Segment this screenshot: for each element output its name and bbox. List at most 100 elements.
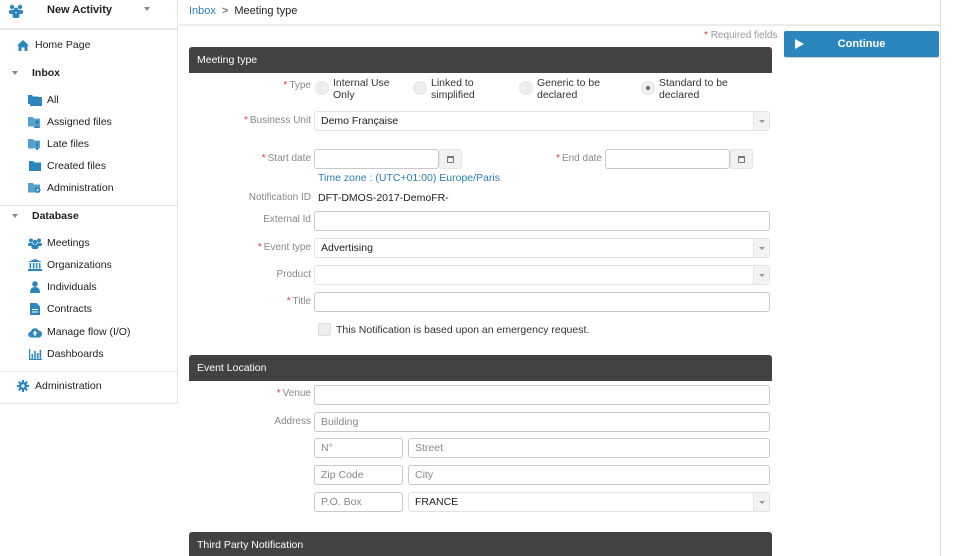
user-icon — [28, 281, 42, 293]
label-text: Event type — [263, 242, 311, 253]
sidebar-item-label: Created files — [47, 160, 106, 172]
address-label: Address — [274, 416, 311, 427]
label-text: Venue — [282, 388, 311, 399]
breadcrumb-separator: > — [221, 5, 229, 17]
radio-label: Linked to simplified — [431, 77, 475, 101]
sidebar-item-assigned-files[interactable]: Assigned files — [28, 113, 112, 131]
activity-dropdown-icon[interactable] — [144, 7, 150, 11]
venue-label: * Venue — [220, 388, 311, 399]
sidebar-section-label: Inbox — [32, 67, 60, 79]
venue-input[interactable] — [314, 385, 770, 405]
sidebar-item-all[interactable]: All — [28, 91, 59, 109]
external-id-input[interactable] — [314, 211, 770, 231]
city-input[interactable]: City — [408, 465, 770, 485]
radio-internal-use-only[interactable]: Internal Use Only — [315, 77, 390, 101]
sidebar-item-created-files[interactable]: Created files — [28, 157, 106, 175]
radio-label-line: simplified — [431, 89, 475, 101]
event-type-select[interactable]: Advertising — [314, 238, 770, 258]
radio-linked-to-simplified[interactable]: Linked to simplified — [413, 77, 475, 101]
zip-code-input[interactable]: Zip Code — [314, 465, 403, 485]
sidebar-item-inbox-administration[interactable]: Administration — [28, 179, 114, 197]
cloud-upload-icon — [28, 326, 42, 338]
folder-late-icon — [28, 138, 42, 150]
breadcrumb-current: Meeting type — [234, 5, 298, 17]
end-date-calendar-button[interactable] — [730, 149, 753, 169]
timezone-text: Time zone : (UTC+01:00) Europe/Paris — [318, 172, 500, 184]
sidebar-item-administration[interactable]: Administration — [16, 377, 102, 395]
sidebar-header[interactable]: New Activity — [0, 0, 177, 30]
sidebar-item-label: Individuals — [47, 281, 97, 293]
chevron-down-icon — [753, 112, 769, 130]
radio-circle-selected — [641, 81, 655, 95]
folder-user-icon — [28, 116, 42, 128]
chevron-down-icon — [753, 239, 769, 257]
calendar-icon — [447, 155, 454, 163]
start-date-label: * Start date — [220, 153, 311, 164]
sidebar-item-contracts[interactable]: Contracts — [28, 300, 92, 318]
sidebar-item-dashboards[interactable]: Dashboards — [28, 345, 104, 363]
radio-circle — [413, 81, 427, 95]
sidebar-item-late-files[interactable]: Late files — [28, 135, 89, 153]
end-date-input[interactable] — [605, 149, 730, 169]
checkbox-box[interactable] — [318, 323, 331, 336]
sidebar-section-database[interactable]: Database — [10, 207, 79, 225]
sidebar-item-home[interactable]: Home Page — [16, 36, 90, 54]
checkbox-label: This Notification is based upon an emerg… — [336, 323, 590, 336]
building-input[interactable]: Building — [314, 412, 770, 432]
label-text: Type — [289, 80, 311, 91]
home-icon — [16, 39, 30, 51]
radio-standard-to-be-declared[interactable]: Standard to be declared — [641, 77, 728, 101]
users-logo-icon — [9, 4, 23, 18]
play-icon — [795, 39, 804, 49]
start-date-calendar-button[interactable] — [439, 149, 462, 169]
business-unit-select[interactable]: Demo Française — [314, 111, 770, 131]
sidebar-item-manage-flow[interactable]: Manage flow (I/O) — [28, 323, 130, 341]
external-id-label: External Id — [263, 214, 311, 225]
select-value: FRANCE — [415, 496, 459, 508]
required-star: * — [283, 80, 288, 91]
sidebar-item-label: Assigned files — [47, 116, 112, 128]
section-header-third-party-notification: Third Party Notification — [189, 532, 772, 556]
radio-label: Standard to be declared — [659, 77, 728, 101]
radio-generic-to-be-declared[interactable]: Generic to be declared — [519, 77, 600, 101]
label-text: Business Unit — [249, 115, 311, 126]
po-box-input[interactable]: P.O. Box — [314, 492, 403, 512]
emergency-checkbox[interactable]: This Notification is based upon an emerg… — [318, 323, 589, 336]
required-star: * — [261, 153, 266, 164]
sidebar-item-meetings[interactable]: Meetings — [28, 234, 90, 252]
start-date-input[interactable] — [314, 149, 439, 169]
collapse-icon — [12, 214, 18, 218]
folder-gear-icon — [28, 182, 42, 194]
title-input[interactable] — [314, 292, 770, 312]
sidebar-item-label: Home Page — [35, 39, 91, 51]
top-bar: Inbox > Meeting type — [179, 0, 940, 26]
sidebar-section-inbox[interactable]: Inbox — [10, 64, 60, 82]
street-input[interactable]: Street — [408, 438, 770, 458]
breadcrumb-inbox-link[interactable]: Inbox — [189, 5, 216, 17]
required-star: * — [704, 30, 708, 41]
title-label: * Title — [220, 296, 311, 307]
sidebar-item-label: Late files — [47, 138, 90, 150]
sidebar-item-label: Manage flow (I/O) — [47, 326, 131, 338]
chevron-down-icon — [753, 493, 769, 511]
continue-label: Continue — [837, 38, 886, 50]
sidebar-item-organizations[interactable]: Organizations — [28, 256, 112, 274]
gear-icon — [16, 380, 30, 392]
calendar-icon — [738, 155, 745, 163]
sidebar-item-individuals[interactable]: Individuals — [28, 278, 97, 296]
right-border — [940, 0, 941, 556]
radio-label-line: Generic to be — [537, 77, 601, 89]
radio-label: Internal Use Only — [333, 77, 390, 101]
radio-label-line: Only — [333, 89, 355, 101]
radio-label-line: Linked to — [431, 77, 474, 89]
required-star: * — [286, 296, 291, 307]
product-select[interactable] — [314, 265, 770, 285]
label-text: Start date — [267, 153, 311, 164]
country-select[interactable]: FRANCE — [408, 492, 770, 512]
street-number-input[interactable]: N° — [314, 438, 403, 458]
radio-label-line: Standard to be — [659, 77, 728, 89]
radio-label-line: declared — [659, 89, 700, 101]
notification-id-label: Notification ID — [248, 192, 311, 203]
end-date-label: * End date — [520, 153, 602, 164]
continue-button[interactable]: Continue — [784, 31, 939, 57]
